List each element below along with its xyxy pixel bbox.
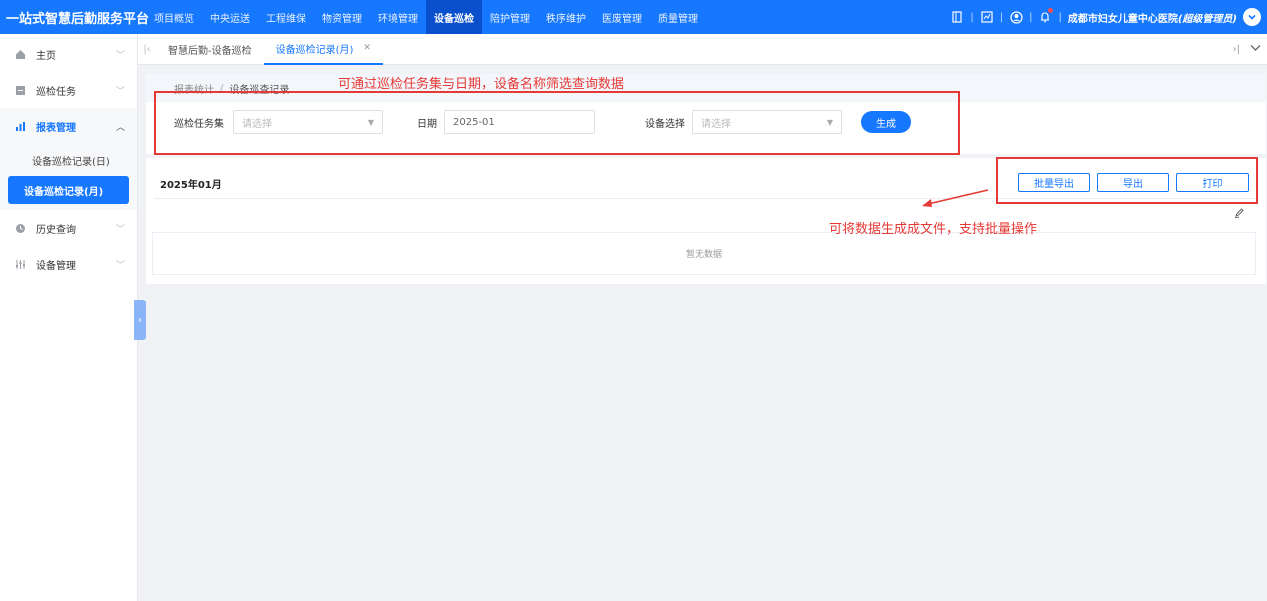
sliders-icon [14, 258, 26, 270]
top-navbar: 一站式智慧后勤服务平台 项目概览 中央运送 工程维保 物资管理 环境管理 设备巡… [0, 0, 1267, 34]
nav-item-project-overview[interactable]: 项目概览 [146, 0, 202, 34]
nav-item-materials[interactable]: 物资管理 [314, 0, 370, 34]
tab-bar-tools: ›| [1233, 44, 1267, 55]
empty-state-text: 暂无数据 [685, 250, 722, 260]
top-right-tools: | | | | 成都市妇女儿童中心医院(超级管理员) [950, 8, 1267, 26]
bar-chart-icon [14, 120, 26, 132]
sidebar-item-report-mgmt[interactable]: 报表管理 ︿ [0, 108, 137, 144]
sidebar-item-home[interactable]: 主页 ﹀ [0, 36, 137, 72]
separator: | [1029, 11, 1033, 23]
sidebar-item-inspection-task[interactable]: 巡检任务 ﹀ [0, 72, 137, 108]
separator: | [1058, 11, 1062, 23]
sidebar-item-history[interactable]: 历史查询 ﹀ [0, 210, 137, 246]
annotation-action-note: 可将数据生成成文件，支持批量操作 [829, 222, 1038, 237]
chevron-down-icon: ﹀ [115, 86, 125, 97]
annotation-filter-note: 可通过巡检任务集与日期，设备名称筛选查询数据 [338, 77, 625, 92]
nav-item-medical-waste[interactable]: 医废管理 [594, 0, 650, 34]
clock-icon [14, 222, 26, 234]
separator: | [999, 11, 1004, 23]
user-menu-chevron-icon[interactable] [1243, 8, 1261, 26]
sidebar-item-device-mgmt[interactable]: 设备管理 ﹀ [0, 246, 137, 282]
sidebar-subitem-daily-record[interactable]: 设备巡检记录(日) [8, 146, 129, 174]
sidebar-group-report: 报表管理 ︿ 设备巡检记录(日) 设备巡检记录(月) [0, 108, 137, 210]
annotation-arrow-icon [922, 189, 989, 207]
nav-item-engineering[interactable]: 工程维保 [258, 0, 314, 34]
sidebar-subitem-monthly-record[interactable]: 设备巡检记录(月) [8, 176, 129, 204]
empty-table: 暂无数据 [152, 232, 1256, 275]
sidebar-collapse-handle[interactable]: ‹ [134, 300, 146, 340]
nav-item-order[interactable]: 秩序维护 [538, 0, 594, 34]
nav-item-equipment-inspection[interactable]: 设备巡检 [426, 0, 482, 34]
tab-scroll-left-icon[interactable]: |‹ [138, 44, 156, 55]
top-nav-menu: 项目概览 中央运送 工程维保 物资管理 环境管理 设备巡检 陪护管理 秩序维护 … [146, 0, 706, 34]
user-circle-icon[interactable] [1009, 10, 1023, 24]
task-icon [14, 84, 26, 96]
nav-item-quality[interactable]: 质量管理 [650, 0, 706, 34]
nav-item-environment[interactable]: 环境管理 [370, 0, 426, 34]
chevron-down-icon: ﹀ [115, 224, 125, 235]
tabs-bar: |‹ 智慧后勤-设备巡检 设备巡检记录(月) ✕ ›| [138, 34, 1267, 65]
edit-pen-icon[interactable] [1234, 208, 1244, 218]
user-org-label[interactable]: 成都市妇女儿童中心医院(超级管理员) [1068, 10, 1237, 25]
chevron-up-icon: ︿ [115, 122, 125, 133]
tab-monthly-record[interactable]: 设备巡检记录(月) ✕ [263, 34, 383, 65]
chevron-down-icon: ﹀ [115, 50, 125, 61]
home-icon [14, 48, 26, 60]
annotation-filter-box [154, 91, 960, 155]
sidebar: 主页 ﹀ 巡检任务 ﹀ 报表管理 ︿ 设备巡检记录(日) 设备巡检记录(月) 历… [0, 34, 138, 601]
book-icon[interactable] [950, 10, 964, 24]
close-icon[interactable]: ✕ [363, 43, 371, 53]
platform-title: 一站式智慧后勤服务平台 [6, 11, 150, 27]
nav-item-central-transport[interactable]: 中央运送 [202, 0, 258, 34]
bell-icon[interactable] [1038, 8, 1054, 24]
result-month-title: 2025年01月 [160, 180, 222, 191]
tab-smart-logistics[interactable]: 智慧后勤-设备巡检 [156, 34, 264, 65]
chevron-down-icon[interactable] [1250, 44, 1261, 55]
nav-item-escort[interactable]: 陪护管理 [482, 0, 538, 34]
separator: | [970, 11, 974, 23]
chevron-down-icon: ﹀ [115, 260, 125, 271]
tab-scroll-right-icon[interactable]: ›| [1233, 44, 1240, 55]
chart-icon[interactable] [980, 10, 994, 24]
annotation-action-box [996, 157, 1258, 204]
